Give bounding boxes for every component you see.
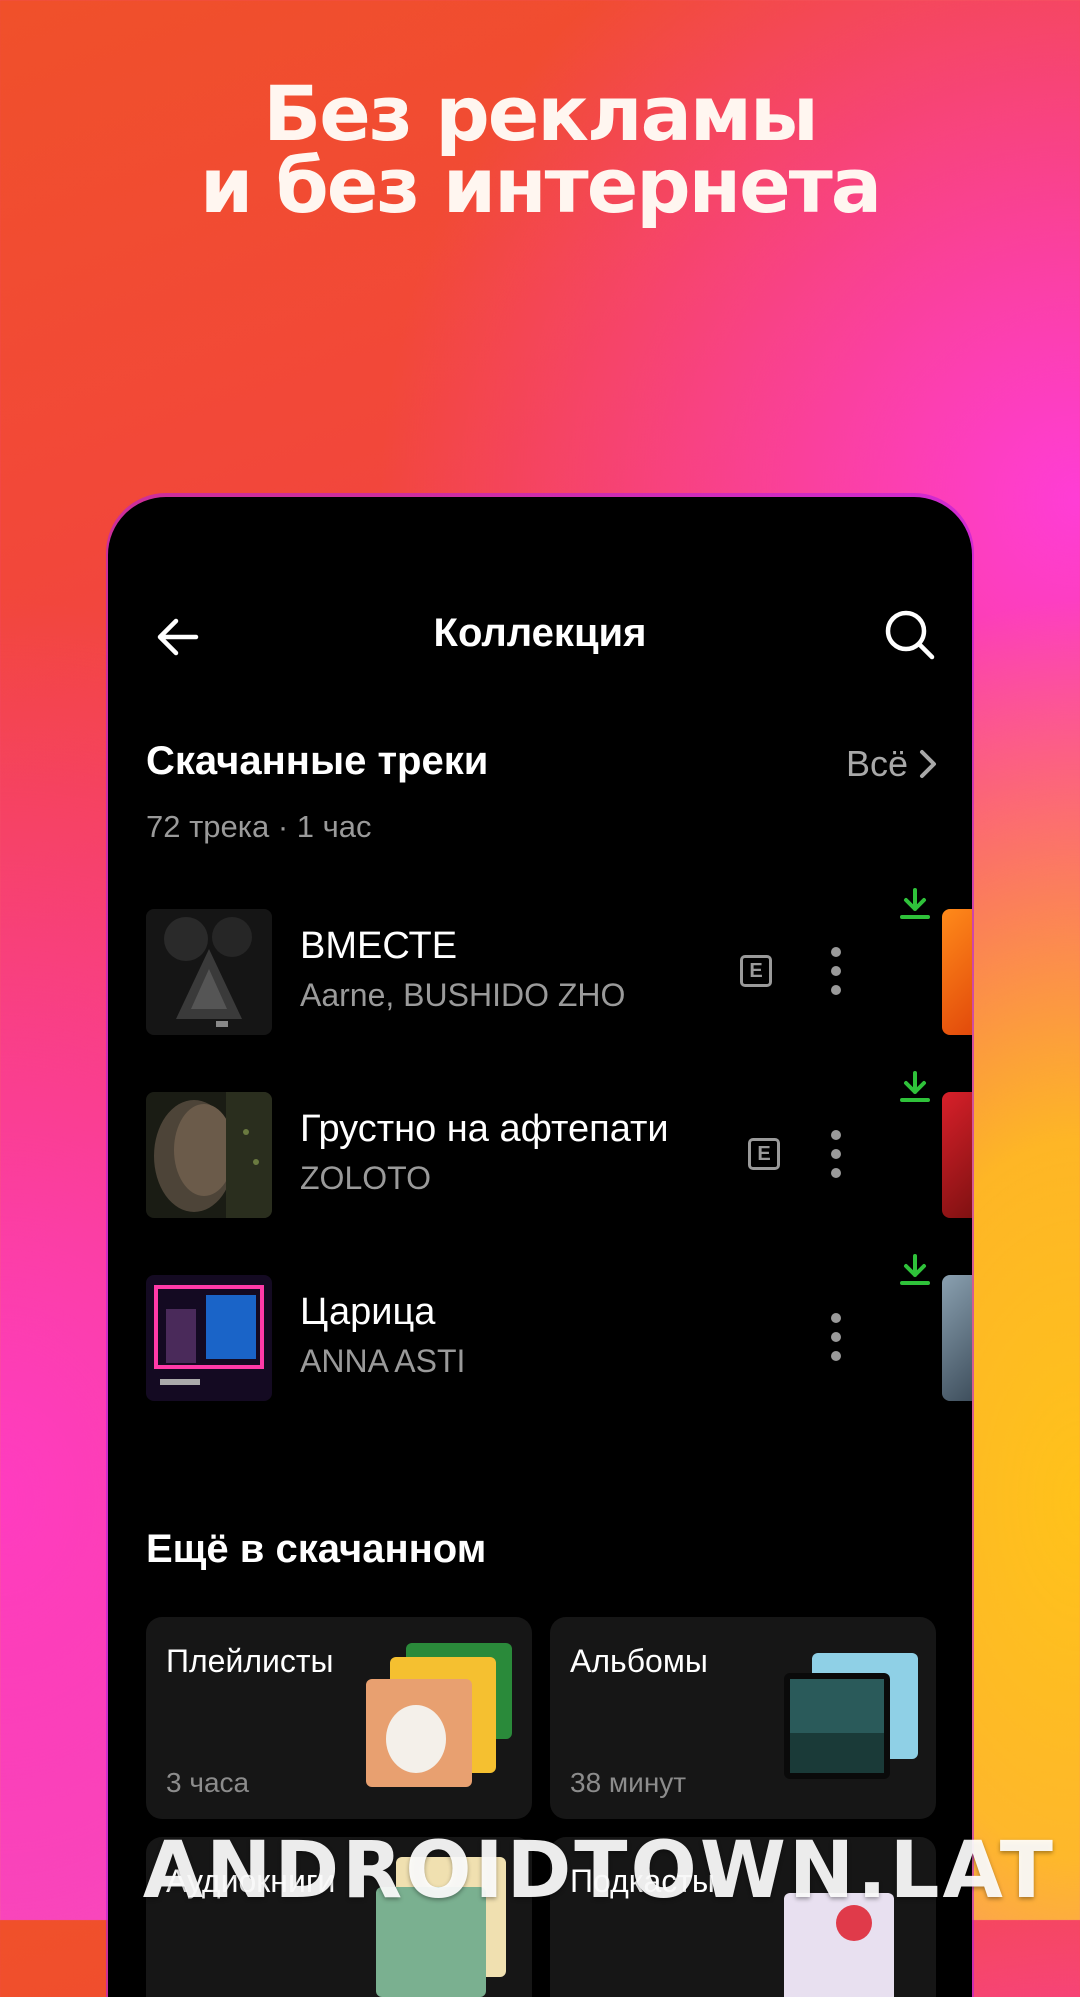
track-title: Грустно на афтепати xyxy=(300,1108,669,1150)
track-title: ВМЕСТЕ xyxy=(300,925,458,967)
next-column-cover[interactable] xyxy=(942,909,972,1035)
track-row[interactable]: ВМЕСТЕ Aarne, BUSHIDO ZHO E xyxy=(146,888,972,1035)
album-artwork xyxy=(784,1653,918,1779)
downloaded-tracks-title: Скачанные треки xyxy=(146,739,489,783)
track-artist: ZOLOTO xyxy=(300,1160,431,1196)
explicit-badge: E xyxy=(740,955,772,987)
see-all-link[interactable]: Всё xyxy=(846,743,942,785)
promo-line-1: Без рекламы xyxy=(263,69,818,158)
track-row[interactable]: Царица ANNA ASTI xyxy=(146,1254,972,1401)
card-title: Плейлисты xyxy=(166,1643,334,1679)
promo-headline: Без рекламы и без интернета xyxy=(0,69,1080,230)
album-cover xyxy=(146,909,272,1035)
promo-line-2: и без интернета xyxy=(199,141,882,230)
track-title: Царица xyxy=(300,1291,436,1333)
playlist-artwork xyxy=(366,1643,512,1787)
track-artist: ANNA ASTI xyxy=(300,1343,466,1379)
card-subtitle: 38 минут xyxy=(570,1767,687,1798)
phone-screen: Коллекция Скачанные треки Всё 72 трека ·… xyxy=(108,497,972,1997)
album-cover xyxy=(146,1092,272,1218)
album-cover xyxy=(146,1275,272,1401)
playlists-card[interactable]: Плейлисты 3 часа xyxy=(146,1617,532,1819)
more-dots-icon xyxy=(831,1130,841,1140)
search-button[interactable] xyxy=(880,605,940,665)
more-downloaded-title: Ещё в скачанном xyxy=(146,1527,487,1571)
more-options-button[interactable] xyxy=(826,1130,846,1184)
explicit-badge: E xyxy=(748,1138,780,1170)
next-column-cover[interactable] xyxy=(942,1275,972,1401)
more-options-button[interactable] xyxy=(826,1313,846,1367)
albums-card[interactable]: Альбомы 38 минут xyxy=(550,1617,936,1819)
track-artist: Aarne, BUSHIDO ZHO xyxy=(300,977,626,1013)
card-subtitle: 3 часа xyxy=(166,1767,250,1798)
more-dots-icon xyxy=(831,947,841,957)
chevron-right-icon xyxy=(920,750,936,778)
download-icon xyxy=(900,1254,930,1285)
next-column-cover[interactable] xyxy=(942,1092,972,1218)
watermark: ANDROIDTOWN.LAT xyxy=(142,1826,1056,1916)
page-title: Коллекция xyxy=(433,611,647,655)
track-row[interactable]: Грустно на афтепати ZOLOTO E xyxy=(146,1071,972,1218)
card-title: Альбомы xyxy=(570,1643,708,1679)
downloaded-summary: 72 трека · 1 час xyxy=(146,809,372,844)
see-all-label: Всё xyxy=(845,743,908,784)
more-options-button[interactable] xyxy=(826,947,846,1001)
download-icon xyxy=(900,888,930,919)
top-bar: Коллекция xyxy=(108,597,972,677)
more-dots-icon xyxy=(831,1313,841,1323)
search-icon xyxy=(885,610,935,660)
download-icon xyxy=(900,1071,930,1102)
